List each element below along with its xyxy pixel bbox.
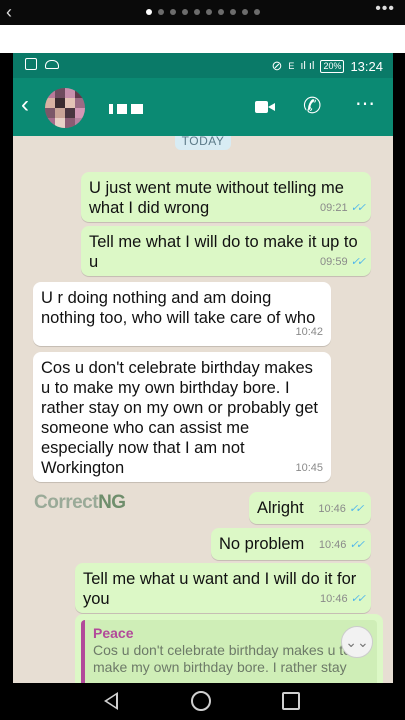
page-dot[interactable]	[217, 9, 224, 15]
message-with-quote[interactable]: Peace Cos u don't celebrate birthday mak…	[75, 614, 383, 683]
status-indicators: ⊘ E ıl ıl 20% 13:24	[271, 58, 383, 74]
message-text: Tell me what u want and I will do it for…	[83, 570, 357, 608]
message-time: 10:46	[318, 538, 347, 551]
read-ticks-icon: ✓✓	[350, 593, 367, 605]
viewer-more-icon[interactable]: •••	[375, 0, 395, 18]
page-dot[interactable]	[241, 9, 248, 15]
nav-home-icon[interactable]	[191, 691, 211, 711]
back-arrow-icon[interactable]: ‹	[21, 92, 29, 118]
watermark-part1: Correct	[34, 492, 99, 513]
message-outgoing[interactable]: No problem 10:46 ✓✓	[211, 528, 371, 560]
read-ticks-icon: ✓✓	[350, 256, 367, 268]
page-dot[interactable]	[169, 9, 176, 15]
contact-avatar[interactable]	[45, 88, 85, 128]
network-type: E	[288, 61, 295, 71]
message-meta: 09:59 ✓✓	[320, 252, 367, 272]
status-bar: ⊘ E ıl ıl 20% 13:24	[13, 53, 393, 78]
message-time: 10:46	[318, 502, 346, 515]
chat-messages[interactable]: TODAY U just went mute without telling m…	[13, 136, 393, 683]
screenshot-margin	[0, 25, 405, 53]
quoted-message[interactable]: Peace Cos u don't celebrate birthday mak…	[81, 620, 377, 683]
message-text: U r doing nothing and am doing nothing t…	[41, 289, 316, 327]
message-meta: 10:46 ✓✓	[318, 499, 365, 519]
phone-call-icon[interactable]: ✆	[303, 94, 321, 118]
page-dot[interactable]	[145, 9, 152, 15]
nav-recents-icon[interactable]	[282, 692, 300, 710]
message-time: 10:42	[295, 326, 323, 338]
more-vert-icon[interactable]: ⋯	[355, 92, 376, 116]
message-text: U just went mute without telling me what…	[89, 179, 344, 217]
message-text: Tell me what I will do to make it up to …	[89, 233, 358, 271]
quoted-text: Cos u don't celebrate birthday makes u t…	[93, 642, 351, 675]
message-incoming[interactable]: U r doing nothing and am doing nothing t…	[33, 282, 331, 346]
quoted-author: Peace	[93, 625, 134, 641]
message-time: 09:21	[320, 202, 348, 214]
page-dot[interactable]	[229, 9, 236, 15]
watermark-part2: NG	[98, 492, 126, 513]
message-meta: 09:21 ✓✓	[320, 198, 367, 218]
message-time: 10:45	[295, 462, 323, 474]
message-time: 10:46	[320, 593, 348, 605]
chat-header: ‹ ✆ ⋯	[13, 78, 393, 136]
mute-icon: ⊘	[271, 58, 283, 73]
message-incoming[interactable]: Cos u don't celebrate birthday makes u t…	[33, 352, 331, 482]
message-meta: 10:46 ✓✓	[318, 535, 365, 555]
double-chevron-down-icon[interactable]: ⌄⌄	[341, 626, 373, 658]
page-dot[interactable]	[253, 9, 260, 15]
message-outgoing[interactable]: Tell me what I will do to make it up to …	[81, 226, 371, 276]
read-ticks-icon: ✓✓	[348, 502, 365, 515]
message-outgoing[interactable]: U just went mute without telling me what…	[81, 172, 371, 222]
phone-screenshot: ⊘ E ıl ıl 20% 13:24 ‹ ✆ ⋯ TODAY U just w…	[13, 53, 393, 683]
message-time: 09:59	[320, 256, 348, 268]
image-viewer-bar: ‹ •••	[0, 0, 405, 25]
page-dot[interactable]	[181, 9, 188, 15]
gallery-notification-icon	[25, 58, 37, 70]
watermark-logo: CorrectNG	[34, 492, 126, 514]
nav-back-icon[interactable]	[104, 692, 118, 710]
message-meta: 10:46 ✓✓	[320, 589, 367, 609]
video-call-icon[interactable]	[255, 100, 275, 114]
system-nav-bar	[0, 683, 405, 720]
read-ticks-icon: ✓✓	[350, 202, 367, 214]
message-text: Cos u don't celebrate birthday makes u t…	[41, 359, 318, 477]
cloud-notification-icon	[45, 60, 59, 69]
date-chip: TODAY	[175, 136, 231, 150]
signal-icon: ıl ıl	[300, 60, 315, 72]
contact-name-redacted[interactable]	[109, 104, 149, 114]
notification-icons	[25, 58, 59, 70]
page-dot[interactable]	[157, 9, 164, 15]
message-meta: 10:42	[295, 322, 323, 342]
battery-level: 20%	[320, 59, 345, 73]
page-indicator	[0, 9, 405, 15]
message-outgoing[interactable]: Alright 10:46 ✓✓	[249, 492, 371, 524]
page-dot[interactable]	[193, 9, 200, 15]
page-dot[interactable]	[205, 9, 212, 15]
clock: 13:24	[350, 58, 383, 74]
message-text: No problem	[219, 535, 305, 553]
read-ticks-icon: ✓✓	[349, 538, 365, 551]
message-meta: 10:45	[295, 458, 323, 478]
message-outgoing[interactable]: Tell me what u want and I will do it for…	[75, 563, 371, 613]
message-text: Alright	[257, 499, 304, 517]
